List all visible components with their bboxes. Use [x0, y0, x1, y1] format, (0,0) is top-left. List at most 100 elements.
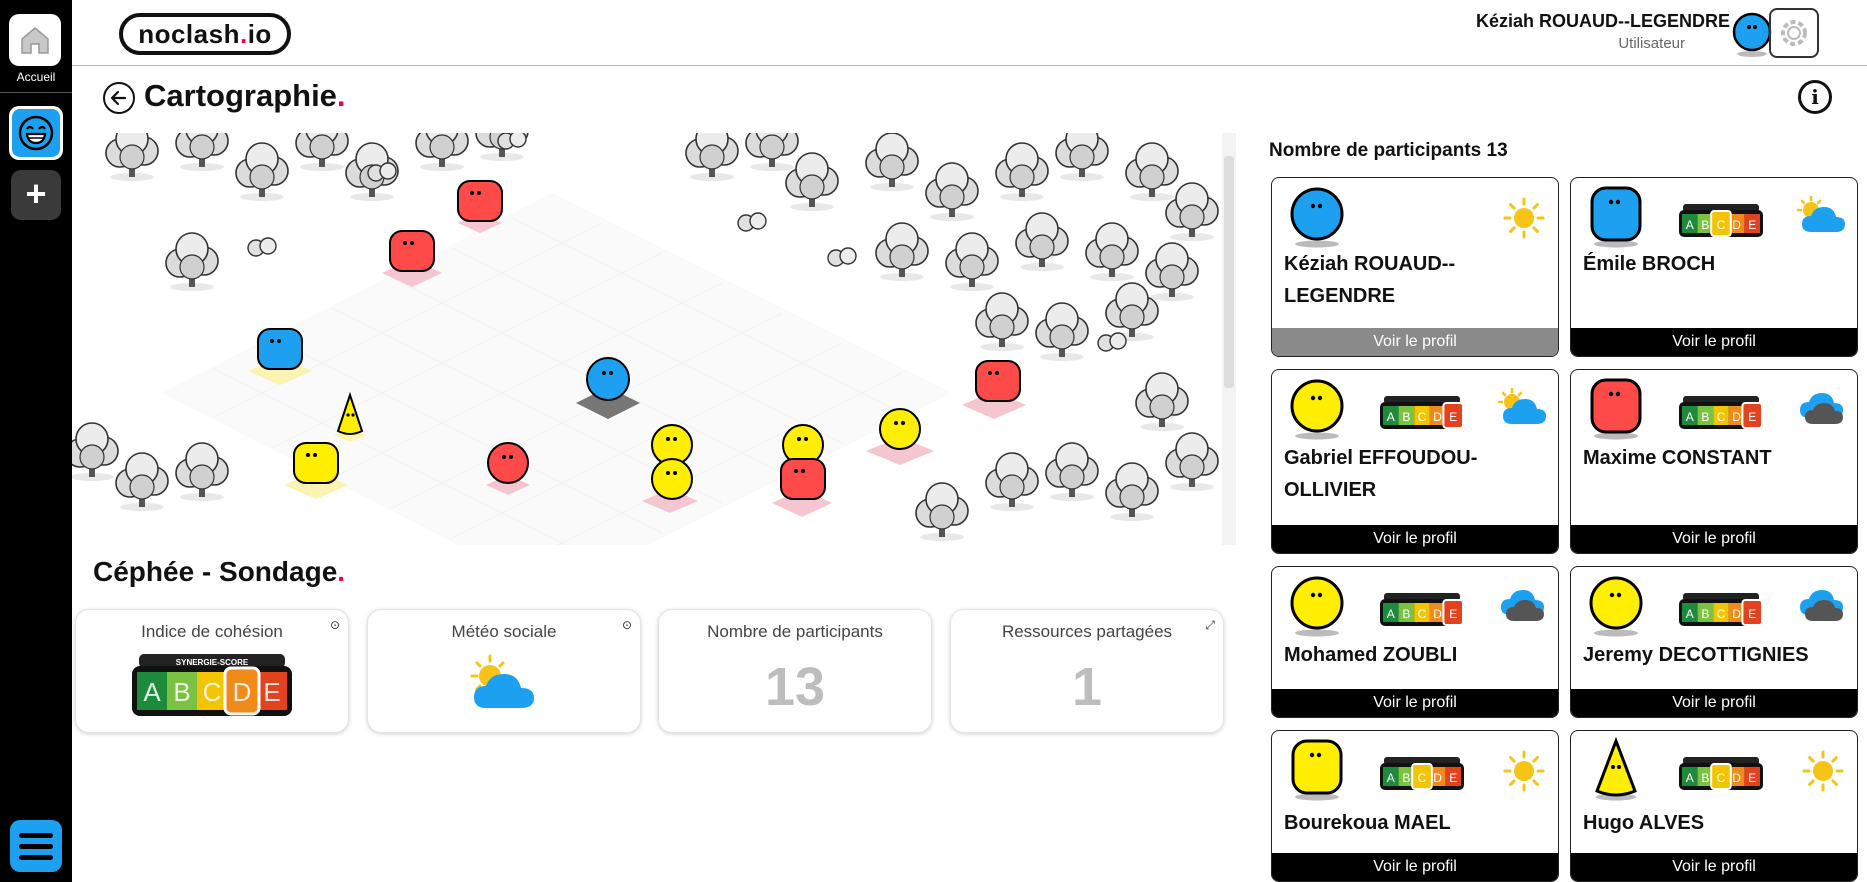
participant-avatar	[1288, 573, 1346, 642]
svg-text:B: B	[1701, 410, 1709, 424]
sun-icon	[1502, 196, 1546, 245]
view-profile-button[interactable]: Voir le profil	[1272, 328, 1558, 356]
svg-text:A: A	[1387, 771, 1395, 785]
view-profile-button[interactable]: Voir le profil	[1571, 525, 1857, 553]
participant-card[interactable]: Kéziah ROUAUD-- LEGENDRE Voir le profil	[1271, 177, 1559, 357]
svg-text:E: E	[1748, 218, 1756, 232]
target-icon[interactable]: ⊙	[330, 618, 340, 632]
cloudy-icon	[1496, 585, 1546, 630]
svg-text:C: C	[1418, 771, 1427, 785]
cloudy-icon	[1795, 585, 1845, 630]
score-letter: D	[233, 677, 252, 707]
laughing-face-icon	[18, 115, 54, 151]
page-title: Cartographie.	[144, 78, 346, 113]
svg-text:A: A	[1686, 218, 1694, 232]
svg-text:A: A	[1686, 607, 1694, 621]
svg-text:D: D	[1732, 218, 1741, 232]
social-weather-card[interactable]: Météo sociale ⊙	[367, 609, 641, 733]
synergy-score-badge: ABCDE	[1679, 757, 1763, 796]
expand-icon[interactable]: ⤢	[1205, 618, 1215, 633]
svg-text:E: E	[1449, 607, 1457, 621]
settings-button[interactable]	[1769, 8, 1819, 58]
view-profile-button[interactable]: Voir le profil	[1571, 689, 1857, 717]
cloudy-icon	[1795, 388, 1845, 433]
partly-cloudy-icon	[1496, 387, 1546, 433]
score-letter: E	[263, 677, 280, 707]
map-avatar[interactable]	[486, 442, 530, 495]
home-button[interactable]	[9, 14, 61, 66]
partly-cloudy-icon	[1795, 195, 1845, 241]
sun-icon	[1502, 749, 1546, 798]
svg-text:D: D	[1732, 410, 1741, 424]
svg-text:B: B	[1701, 771, 1709, 785]
synergy-score-badge: ABCDE	[1679, 593, 1764, 632]
target-icon[interactable]: ⊙	[622, 618, 632, 632]
arrow-left-icon	[110, 90, 127, 106]
back-button[interactable]	[103, 82, 135, 114]
score-letter: A	[143, 677, 161, 707]
shared-resources-card[interactable]: Ressources partagées ⤢ 1	[950, 609, 1224, 733]
participant-card[interactable]: A B C D E Gabriel EFFOUDOU- OLLIVIER Voir le pr…	[1271, 369, 1559, 554]
map-avatar[interactable]	[962, 360, 1026, 419]
synergy-score-badge: ABCDE	[1380, 757, 1464, 796]
svg-text:C: C	[1717, 410, 1726, 424]
home-icon	[21, 27, 49, 54]
menu-button[interactable]	[10, 820, 62, 872]
rail-divider	[0, 92, 72, 93]
participant-card[interactable]: A B C D E Bourekoua MAEL Voir le profil	[1271, 730, 1559, 882]
score-letter: C	[203, 677, 222, 707]
svg-text:E: E	[1449, 410, 1457, 424]
partly-cloudy-icon	[368, 654, 640, 714]
participant-avatar	[1288, 376, 1346, 445]
stat-label: Ressources partagées	[1001, 622, 1173, 641]
svg-text:C: C	[1717, 218, 1726, 232]
view-profile-button[interactable]: Voir le profil	[1272, 853, 1558, 881]
view-profile-button[interactable]: Voir le profil	[1272, 689, 1558, 717]
logo[interactable]: noclash.io	[119, 13, 291, 55]
map-avatar[interactable]	[457, 180, 503, 233]
svg-text:D: D	[1732, 771, 1741, 785]
participant-name: Jeremy DECOTTIGNIES	[1583, 644, 1809, 666]
svg-text:D: D	[1732, 607, 1741, 621]
group-button[interactable]	[9, 106, 63, 160]
synergy-score-badge: ABCDE	[1679, 204, 1763, 243]
view-profile-button[interactable]: Voir le profil	[1272, 525, 1558, 553]
map-scrollbar-thumb[interactable]	[1224, 156, 1234, 388]
participant-card[interactable]: A B C D E Émile BROCH Voir le profil	[1570, 177, 1858, 357]
map-avatar[interactable]	[284, 442, 348, 499]
svg-text:C: C	[1418, 607, 1427, 621]
participant-card[interactable]: A B C D E Jeremy DECOTTIGNIES Voir le profil	[1570, 566, 1858, 718]
participants-count-card[interactable]: Nombre de participants 13	[658, 609, 932, 733]
participant-avatar	[1288, 184, 1346, 253]
user-avatar[interactable]	[1731, 10, 1773, 63]
participant-card[interactable]: A B C D E Maxime CONSTANT Voir le profil	[1570, 369, 1858, 554]
synergy-score-badge: ABCDE	[1679, 396, 1764, 435]
stat-value: 1	[1071, 657, 1103, 717]
left-rail: Accueil +	[0, 0, 72, 882]
home-label: Accueil	[16, 70, 56, 84]
info-button[interactable]: i	[1798, 80, 1832, 114]
top-bar: noclash.io Kéziah ROUAUD--LEGENDRE. Util…	[72, 0, 1867, 66]
participant-name: Kéziah ROUAUD-- LEGENDRE	[1284, 253, 1456, 307]
user-name: Kéziah ROUAUD--LEGENDRE.	[1475, 11, 1739, 31]
svg-text:E: E	[1748, 410, 1756, 424]
cohesion-card[interactable]: Indice de cohésion ⊙ SYNERGIE-SCORE A B …	[75, 609, 349, 733]
svg-text:B: B	[1402, 410, 1410, 424]
map-canvas[interactable]	[72, 133, 1236, 545]
participant-card[interactable]: A B C D E Mohamed ZOUBLI Voir le profil	[1271, 566, 1559, 718]
svg-text:E: E	[1449, 771, 1457, 785]
menu-icon-bar	[19, 843, 53, 849]
participant-card[interactable]: A B C D E Hugo ALVES Voir le profil	[1570, 730, 1858, 882]
svg-text:B: B	[1701, 607, 1709, 621]
svg-text:A: A	[1686, 410, 1694, 424]
add-button[interactable]: +	[11, 170, 61, 220]
svg-text:A: A	[1387, 410, 1395, 424]
project-title: Céphée - Sondage.	[93, 556, 346, 587]
user-role: Utilisateur	[1618, 35, 1685, 52]
participant-name: Mohamed ZOUBLI	[1284, 644, 1458, 666]
svg-text:A: A	[1387, 607, 1395, 621]
svg-text:D: D	[1433, 410, 1442, 424]
participant-name: Maxime CONSTANT	[1583, 447, 1772, 469]
view-profile-button[interactable]: Voir le profil	[1571, 328, 1857, 356]
view-profile-button[interactable]: Voir le profil	[1571, 853, 1857, 881]
